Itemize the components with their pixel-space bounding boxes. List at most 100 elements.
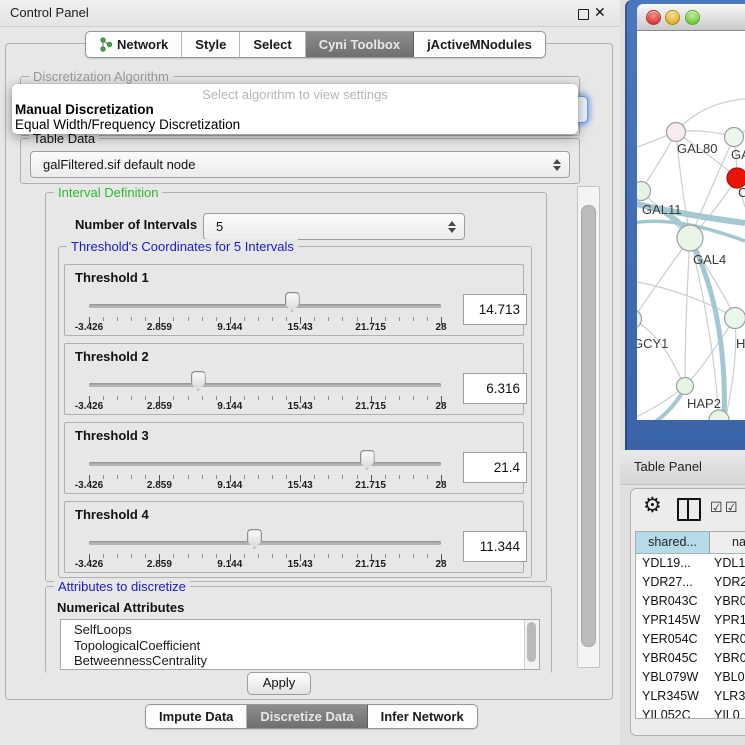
slider-tick: [413, 396, 414, 400]
slider-tick: [328, 475, 329, 479]
slider-tick: [314, 317, 315, 321]
network-edge[interactable]: [637, 238, 690, 321]
tab-impute-data[interactable]: Impute Data: [146, 705, 247, 728]
threshold-slider-thumb[interactable]: [285, 292, 300, 312]
scrollbar-thumb[interactable]: [581, 205, 596, 647]
number-of-intervals-label: Number of Intervals: [75, 217, 197, 232]
network-graph[interactable]: GAL80GACGAL11GAL4GCY1HHAP2: [637, 31, 745, 420]
tab-cyni-toolbox[interactable]: Cyni Toolbox: [306, 32, 414, 57]
threshold-value-field[interactable]: 11.344: [463, 531, 527, 562]
slider-tick: [399, 317, 400, 321]
zoom-traffic-light[interactable]: [685, 10, 700, 25]
table-row[interactable]: YDR27...YDR2: [636, 573, 745, 592]
dropdown-option-equal-width[interactable]: Equal Width/Frequency Discretization: [12, 117, 578, 132]
table-data-combobox[interactable]: galFiltered.sif default node: [30, 151, 570, 178]
column-header-name[interactable]: na: [710, 532, 745, 553]
network-edge[interactable]: [641, 132, 676, 191]
screenshot-root: Control Panel ✕ Network Style Select Cyn…: [0, 0, 745, 745]
cell-shared-name: YLR345W: [636, 687, 710, 706]
tab-jactivemnodules[interactable]: jActiveMNodules: [414, 32, 545, 57]
apply-button[interactable]: Apply: [247, 672, 311, 695]
slider-tick: [286, 317, 287, 321]
network-edge[interactable]: [685, 238, 690, 384]
split-table-icon[interactable]: [677, 498, 701, 521]
table-row[interactable]: YLR345WYLR3: [636, 687, 745, 706]
network-edge[interactable]: [687, 318, 735, 384]
table-row[interactable]: YIL052CYIL0: [636, 706, 745, 719]
network-node-GA[interactable]: [725, 128, 744, 147]
cell-shared-name: YDL19...: [636, 554, 710, 573]
threshold-label: Threshold 4: [75, 507, 149, 522]
slider-scale-label: 28: [435, 480, 446, 491]
slider-tick: [385, 475, 386, 479]
threshold-value-field[interactable]: 6.316: [463, 373, 527, 404]
slider-scale-label: 9.144: [217, 401, 242, 412]
spinner-arrows-icon: [448, 221, 456, 233]
float-window-icon[interactable]: [578, 9, 589, 20]
attribute-list-item[interactable]: BetweennessCentrality: [61, 653, 539, 669]
slider-tick: [173, 396, 174, 400]
network-node-H[interactable]: [725, 308, 745, 329]
main-vertical-scrollbar[interactable]: [577, 186, 600, 668]
threshold-value-field[interactable]: 14.713: [463, 294, 527, 325]
table-row[interactable]: YDL19...YDL1: [636, 554, 745, 573]
table-row[interactable]: YBR043CYBR0: [636, 592, 745, 611]
attribute-list-item[interactable]: SelfLoops: [61, 622, 539, 638]
slider-scale-label: 28: [435, 401, 446, 412]
network-canvas[interactable]: GAL80GACGAL11GAL4GCY1HHAP2: [637, 31, 745, 420]
slider-scale-label: 9.144: [217, 480, 242, 491]
slider-scale-label: 2.859: [147, 401, 172, 412]
numerical-attributes-list[interactable]: SelfLoopsTopologicalCoefficientBetweenne…: [60, 619, 540, 670]
table-row[interactable]: YBL079WYBL0: [636, 668, 745, 687]
slider-scale-label: 9.144: [217, 559, 242, 570]
threshold-slider-track[interactable]: [89, 304, 441, 308]
tab-discretize-data[interactable]: Discretize Data: [247, 705, 367, 728]
table-row[interactable]: YBR045CYBR0: [636, 649, 745, 668]
slider-tick: [286, 396, 287, 400]
threshold-slider-track[interactable]: [89, 383, 441, 387]
slider-tick: [385, 317, 386, 321]
checkbox-icon[interactable]: ☑: [710, 500, 723, 514]
tab-infer-network[interactable]: Infer Network: [368, 705, 477, 728]
threshold-value-field[interactable]: 21.4: [463, 452, 527, 483]
threshold-slider-thumb[interactable]: [247, 529, 262, 549]
network-node-HAP2[interactable]: [677, 378, 694, 395]
slider-scale-label: 15.43: [288, 480, 313, 491]
tab-network[interactable]: Network: [86, 32, 182, 57]
network-node-GAL4[interactable]: [677, 225, 703, 251]
number-of-intervals-spinner[interactable]: 5: [203, 213, 465, 240]
threshold-slider-track[interactable]: [89, 541, 441, 545]
dropdown-option-manual[interactable]: Manual Discretization: [12, 102, 578, 117]
cell-shared-name: YBR045C: [636, 649, 710, 668]
threshold-slider-track[interactable]: [89, 462, 441, 466]
slider-scale-label: 15.43: [288, 559, 313, 570]
attributes-list-scrollbar[interactable]: [524, 620, 539, 669]
column-header-shared-name[interactable]: shared...: [636, 532, 710, 553]
dropdown-placeholder-item[interactable]: Select algorithm to view settings: [12, 84, 578, 102]
slider-tick: [117, 396, 118, 400]
threshold-label: Threshold 2: [75, 349, 149, 364]
slider-tick: [314, 396, 315, 400]
close-icon[interactable]: ✕: [594, 4, 606, 21]
minimize-traffic-light[interactable]: [665, 10, 680, 25]
cell-name: YPR1: [710, 611, 745, 630]
network-node-GCY1[interactable]: [637, 310, 642, 329]
table-row[interactable]: YPR145WYPR1: [636, 611, 745, 630]
gear-icon[interactable]: ⚙: [643, 493, 662, 518]
checkbox-icon[interactable]: ☑: [725, 500, 738, 514]
network-node-GAL11[interactable]: [637, 182, 651, 201]
cell-name: YLR3: [710, 687, 745, 706]
slider-scale-label: 2.859: [147, 322, 172, 333]
slider-tick: [117, 554, 118, 558]
attribute-list-item[interactable]: TopologicalCoefficient: [61, 638, 539, 654]
table-row[interactable]: YER054CYER0: [636, 630, 745, 649]
tab-select[interactable]: Select: [240, 32, 305, 57]
tab-style[interactable]: Style: [182, 32, 240, 57]
close-traffic-light[interactable]: [646, 10, 661, 25]
network-edge[interactable]: [637, 319, 683, 383]
threshold-slider-thumb[interactable]: [191, 371, 206, 391]
network-node-label: H: [736, 336, 745, 351]
slider-tick: [342, 554, 343, 558]
threshold-slider-thumb[interactable]: [360, 450, 375, 470]
network-node-GAL80[interactable]: [667, 123, 686, 142]
